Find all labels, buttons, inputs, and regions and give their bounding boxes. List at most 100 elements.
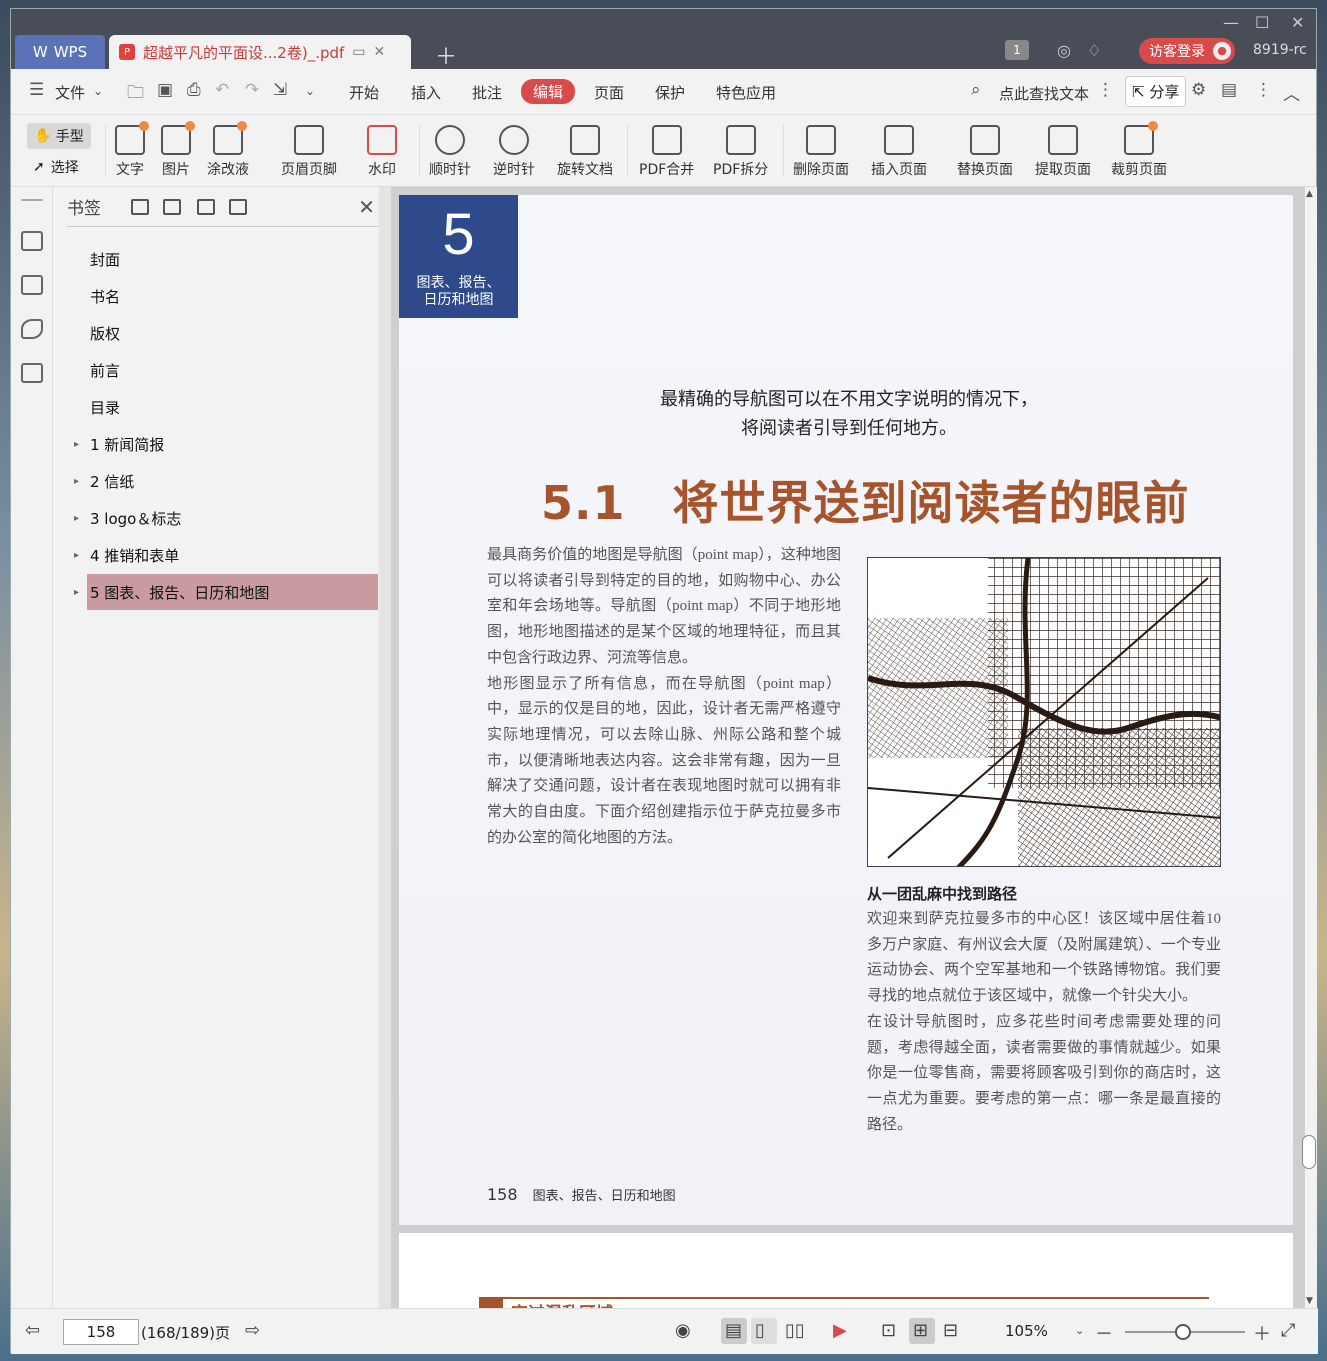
single-page-view-button[interactable]: ▤ — [721, 1318, 747, 1344]
bookmark-item[interactable]: 版权 — [87, 315, 378, 351]
vertical-scrollbar[interactable]: ▲ ▼ — [1302, 187, 1317, 1308]
menu-protect[interactable]: 保护 — [655, 82, 685, 103]
monitor-icon[interactable]: ▭ — [352, 44, 365, 60]
scroll-down-icon[interactable]: ▼ — [1306, 1296, 1313, 1306]
bookmark-item[interactable]: 书名 — [87, 278, 378, 314]
scrollbar-thumb[interactable] — [1302, 1135, 1316, 1169]
expand-all-icon[interactable] — [131, 199, 149, 215]
document-view[interactable]: 5 图表、报告、 日历和地图 最精确的导航图可以在不用文字说明的情况下， 将阅读… — [391, 187, 1305, 1308]
minimize-icon[interactable]: — — [1223, 13, 1239, 32]
skin-icon[interactable]: ♢ — [1087, 41, 1101, 60]
bookmark-item[interactable]: ▸ 1 新闻简报 — [74, 426, 378, 462]
rotate-clockwise-button[interactable]: 顺时针 — [429, 125, 471, 179]
close-tab-icon[interactable]: ✕ — [374, 44, 386, 60]
tab-wps-home[interactable]: W WPS — [15, 35, 105, 69]
header-footer-button[interactable]: 页眉页脚 — [281, 125, 337, 179]
menu-edit[interactable]: 编辑 — [521, 79, 576, 104]
share-button[interactable]: ⇱ 分享 — [1125, 76, 1187, 107]
redo-icon[interactable]: ↷ — [245, 80, 259, 100]
fit-width-icon[interactable]: ⊟ — [943, 1320, 958, 1341]
pdf-split-button[interactable]: PDF拆分 — [713, 125, 768, 179]
zoom-dropdown-icon[interactable]: ⌄ — [1075, 1324, 1084, 1337]
next-page-icon[interactable]: ⇨ — [245, 1320, 260, 1341]
image-tool-button[interactable]: 图片 — [161, 121, 195, 179]
watermark-button[interactable]: 水印 — [367, 125, 397, 179]
expand-arrow-icon[interactable]: ▸ — [74, 476, 79, 487]
bookmark-item[interactable]: 目录 — [87, 389, 378, 425]
more-vertical-icon[interactable]: ⋮ — [1097, 80, 1114, 100]
pdf-merge-button[interactable]: PDF合并 — [639, 125, 694, 179]
more-quick-icon[interactable]: ⌄ — [305, 84, 315, 98]
zoom-level[interactable]: 105% — [1005, 1322, 1048, 1340]
new-tab-icon[interactable]: ＋ — [435, 39, 457, 71]
expand-arrow-icon[interactable]: ▸ — [74, 587, 79, 598]
maximize-icon[interactable]: ☐ — [1255, 13, 1269, 32]
expand-arrow-icon[interactable]: ▸ — [74, 513, 79, 524]
play-slideshow-icon[interactable]: ▶ — [833, 1320, 847, 1341]
delete-page-button[interactable]: 删除页面 — [793, 125, 849, 179]
zoom-in-icon[interactable]: ＋ — [1253, 1320, 1271, 1346]
zoom-slider-knob[interactable] — [1175, 1324, 1191, 1340]
bookmark-item-selected[interactable]: ▸ 5 图表、报告、日历和地图 — [74, 574, 378, 610]
menu-annotate[interactable]: 批注 — [472, 82, 502, 103]
close-window-icon[interactable]: ✕ — [1291, 13, 1304, 32]
login-button[interactable]: 访客登录 ● — [1139, 38, 1235, 64]
replace-page-button[interactable]: 替换页面 — [957, 125, 1013, 179]
search-text-button[interactable]: 点此查找文本 — [999, 83, 1089, 104]
undo-icon[interactable]: ↶ — [215, 80, 229, 100]
search-icon[interactable]: ⌕ — [971, 80, 981, 100]
signature-icon[interactable] — [21, 363, 43, 383]
collapse-ribbon-icon[interactable]: ︿ — [1283, 80, 1300, 105]
thumbnail-icon[interactable] — [21, 275, 43, 295]
zoom-out-icon[interactable]: － — [1095, 1320, 1113, 1346]
select-tool-button[interactable]: ➚ 选择 — [33, 157, 79, 177]
more-options-icon[interactable]: ⋮ — [1255, 80, 1272, 100]
expand-arrow-icon[interactable]: ▸ — [74, 439, 79, 450]
print-icon[interactable]: ⎙ — [187, 80, 201, 100]
bookmark-settings-icon[interactable] — [229, 199, 247, 215]
bookmark-list-icon[interactable] — [21, 231, 43, 251]
expand-arrow-icon[interactable]: ▸ — [74, 550, 79, 561]
file-menu[interactable]: 文件 — [55, 82, 85, 103]
bookmark-item[interactable]: ▸ 3 logo＆标志 — [74, 500, 378, 536]
hamburger-icon[interactable]: ☰ — [29, 80, 44, 100]
correction-tool-button[interactable]: 涂改液 — [207, 121, 249, 179]
settings-gear-icon[interactable]: ⚙ — [1191, 80, 1206, 100]
previous-page-icon[interactable]: ⇦ — [25, 1320, 40, 1341]
sync-icon[interactable]: ◎ — [1057, 41, 1071, 60]
page-number-input[interactable]: 158 — [63, 1319, 139, 1345]
text-tool-button[interactable]: 文字 — [115, 121, 149, 179]
add-bookmark-icon[interactable] — [197, 199, 215, 215]
menu-special[interactable]: 特色应用 — [716, 82, 776, 103]
insert-page-button[interactable]: 插入页面 — [871, 125, 927, 179]
collapse-all-icon[interactable] — [163, 199, 181, 215]
bookmark-item[interactable]: ▸ 4 推销和表单 — [74, 537, 378, 573]
bookmark-item[interactable]: 封面 — [87, 241, 378, 277]
tab-document[interactable]: P 超越平凡的平面设...2卷)_.pdf ▭ ✕ — [109, 35, 411, 69]
fit-page-button[interactable]: ⊞ — [909, 1318, 935, 1344]
comment-icon[interactable]: ▤ — [1221, 80, 1237, 100]
rotate-counterclockwise-button[interactable]: 逆时针 — [493, 125, 535, 179]
continuous-view-button[interactable]: ▯ — [751, 1318, 777, 1344]
two-page-view-icon[interactable]: ▯▯ — [785, 1320, 805, 1341]
bookmark-item[interactable]: ▸ 2 信纸 — [74, 463, 378, 499]
open-folder-icon[interactable]: 🗀 — [127, 80, 144, 109]
crop-page-button[interactable]: 裁剪页面 — [1111, 121, 1167, 179]
hand-tool-button[interactable]: ✋ 手型 — [27, 123, 91, 149]
actual-size-icon[interactable]: ⊡ — [881, 1320, 896, 1341]
annotation-icon[interactable] — [21, 319, 43, 339]
save-icon[interactable]: ▣ — [157, 80, 173, 100]
eye-protection-icon[interactable]: ◉ — [675, 1320, 691, 1341]
bookmark-item[interactable]: 前言 — [87, 352, 378, 388]
menu-start[interactable]: 开始 — [349, 82, 379, 103]
chevron-down-icon[interactable]: ⌄ — [93, 84, 103, 98]
menu-insert[interactable]: 插入 — [411, 82, 441, 103]
close-panel-icon[interactable]: ✕ — [358, 195, 375, 219]
scroll-up-icon[interactable]: ▲ — [1306, 189, 1313, 199]
panel-splitter[interactable] — [379, 187, 391, 1308]
export-icon[interactable]: ⇲ — [273, 80, 287, 100]
zoom-slider[interactable] — [1125, 1324, 1245, 1340]
rotate-document-button[interactable]: 旋转文档 — [557, 125, 613, 179]
fullscreen-icon[interactable]: ⤢ — [1281, 1320, 1295, 1341]
menu-page[interactable]: 页面 — [594, 82, 624, 103]
